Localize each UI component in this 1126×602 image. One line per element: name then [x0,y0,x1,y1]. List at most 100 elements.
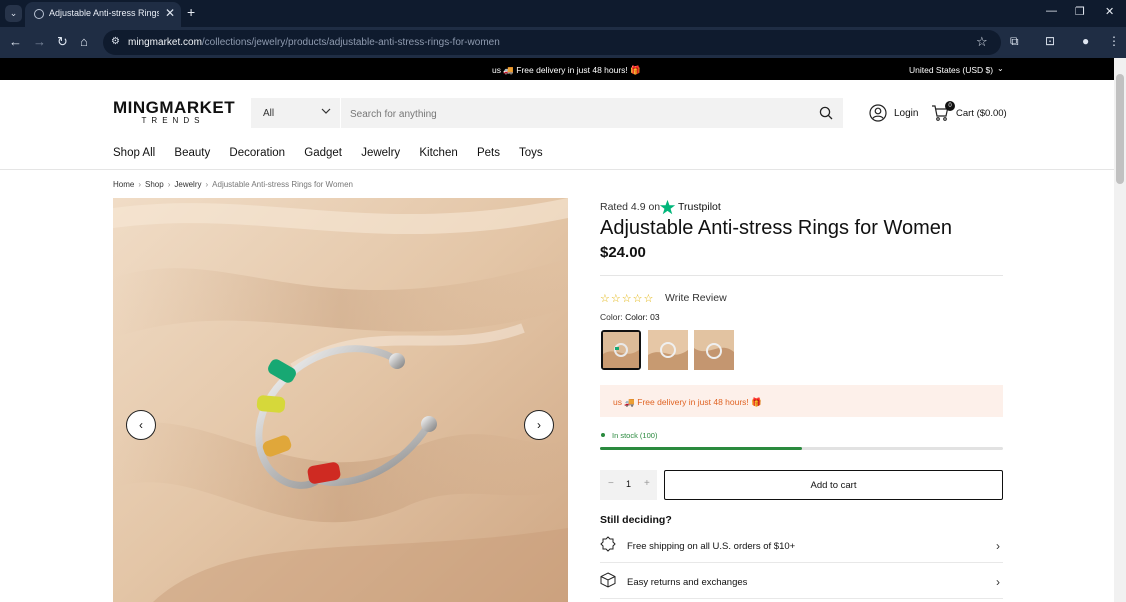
quantity-increase-button[interactable]: + [644,478,650,489]
swatch-thumbnail [694,330,734,370]
write-review-link[interactable]: Write Review [665,292,727,304]
breadcrumb-home[interactable]: Home [113,180,134,189]
quantity-stepper: − 1 + [600,470,657,500]
quantity-value[interactable]: 1 [626,479,631,489]
announcement-text: us 🚚 Free delivery in just 48 hours! 🎁 [492,65,641,75]
site-info-icon[interactable]: ⚙ [111,36,120,47]
browser-tab-bar: ⌄ Adjustable Anti-stress Rings for Women… [0,0,1126,27]
search-icon[interactable] [819,106,833,125]
product-image [113,198,568,602]
bookmark-star-icon[interactable]: ☆ [976,34,988,50]
chevron-left-icon: ‹ [139,418,143,432]
nav-item-pets[interactable]: Pets [477,147,500,159]
window-close-icon[interactable]: ✕ [1105,5,1114,18]
color-swatch-1[interactable] [601,330,641,370]
chevron-right-icon: › [205,180,209,189]
breadcrumb: Home › Shop › Jewelry › Adjustable Anti-stress… [113,180,353,189]
color-label-text: Color: [600,312,623,322]
extensions-icon[interactable]: ⧉ [1010,34,1019,49]
reload-icon[interactable]: ↻ [57,34,68,50]
color-value: Color: 03 [625,312,660,322]
star-rating[interactable]: ☆☆☆☆☆ [600,292,654,305]
rating-text: Rated 4.9 on [600,201,661,213]
chevron-down-icon[interactable]: ⌄ [997,64,1004,73]
chevron-right-icon: › [996,575,1000,589]
delivery-banner: us 🚚 Free delivery in just 48 hours! 🎁 [600,385,1003,417]
nav-item-gadget[interactable]: Gadget [304,147,342,159]
stock-status: In stock (100) [612,431,658,440]
menu-icon[interactable]: ⋮ [1108,34,1120,48]
divider [600,275,1003,276]
forward-icon[interactable]: → [33,34,46,49]
nav-divider [0,169,1114,170]
browser-tab[interactable]: Adjustable Anti-stress Rings for Women ✕ [25,2,181,27]
region-selector[interactable]: United States (USD $) [909,65,993,75]
profile-icon[interactable]: ● [1082,34,1089,48]
perk-text: Easy returns and exchanges [627,577,748,588]
search-category-select[interactable]: All [263,108,274,119]
address-bar[interactable]: ⚙ mingmarket.com/collections/jewelry/pro… [103,30,1001,55]
announcement-bar: us 🚚 Free delivery in just 48 hours! 🎁 U… [0,58,1114,80]
gallery-next-button[interactable]: › [524,410,554,440]
tab-list-button[interactable]: ⌄ [5,5,22,22]
breadcrumb-current: Adjustable Anti-stress Rings for Women [212,180,353,189]
user-icon[interactable] [869,104,887,127]
search-bar: All [251,98,843,128]
stock-dot [601,433,605,437]
product-price: $24.00 [600,244,646,261]
logo-main-text: MINGMARKET [113,98,236,117]
search-input[interactable] [350,107,790,121]
home-icon[interactable]: ⌂ [80,34,88,49]
restore-icon[interactable]: ❐ [1075,5,1085,18]
quantity-decrease-button[interactable]: − [608,478,614,489]
chevron-right-icon: › [996,539,1000,553]
perk-free-shipping[interactable]: Free shipping on all U.S. orders of $10+… [600,536,1003,572]
breadcrumb-jewelry[interactable]: Jewelry [174,180,201,189]
scrollbar-thumb[interactable] [1116,74,1124,184]
main-nav: Shop All Beauty Decoration Gadget Jewelr… [113,147,559,159]
trustpilot-label[interactable]: Trustpilot [678,201,721,213]
nav-item-toys[interactable]: Toys [519,147,543,159]
still-deciding-heading: Still deciding? [600,514,672,526]
swatch-thumbnail [648,330,688,370]
chevron-down-icon[interactable] [321,106,331,118]
gallery-prev-button[interactable]: ‹ [126,410,156,440]
breadcrumb-shop[interactable]: Shop [145,180,164,189]
product-title: Adjustable Anti-stress Rings for Women [600,217,953,239]
divider [600,598,1003,599]
back-icon[interactable]: ← [9,34,22,49]
chevron-right-icon: › [537,418,541,432]
tab-title: Adjustable Anti-stress Rings for Women [49,8,159,18]
site-logo[interactable]: MINGMARKET TRENDS [113,98,236,125]
tab-close-icon[interactable]: ✕ [165,6,175,20]
nav-item-jewelry[interactable]: Jewelry [361,147,400,159]
url-host: mingmarket.com [128,37,202,48]
stock-progress-fill [600,447,802,450]
search-divider [340,98,341,128]
product-image-gallery[interactable]: ‹ › [113,198,568,602]
add-to-cart-button[interactable]: Add to cart [664,470,1003,500]
nav-item-shop-all[interactable]: Shop All [113,147,155,159]
cart-count-badge: 0 [945,101,955,111]
swatch-thumbnail [603,332,639,368]
cart-link[interactable]: Cart ($0.00) [956,108,1007,119]
minimize-icon[interactable]: — [1046,5,1057,17]
page-scrollbar[interactable] [1114,58,1126,602]
url-text: mingmarket.com/collections/jewelry/produ… [128,37,500,48]
delivery-text: us 🚚 Free delivery in just 48 hours! 🎁 [613,397,762,407]
color-swatch-2[interactable] [648,330,688,370]
perk-text: Free shipping on all U.S. orders of $10+ [627,541,796,552]
color-swatch-3[interactable] [694,330,734,370]
chevron-right-icon: › [138,180,142,189]
perk-easy-returns[interactable]: Easy returns and exchanges › [600,572,1003,602]
nav-item-beauty[interactable]: Beauty [174,147,210,159]
screenshot-icon[interactable]: ⊡ [1045,34,1055,48]
nav-item-decoration[interactable]: Decoration [229,147,285,159]
new-tab-button[interactable]: + [187,4,195,20]
logo-sub-text: TRENDS [141,116,205,125]
chevron-right-icon: › [167,180,171,189]
color-label: Color: Color: 03 [600,312,660,322]
browser-toolbar: ← → ↻ ⌂ ⚙ mingmarket.com/collections/jew… [0,27,1126,58]
nav-item-kitchen[interactable]: Kitchen [419,147,457,159]
login-link[interactable]: Login [894,108,918,119]
